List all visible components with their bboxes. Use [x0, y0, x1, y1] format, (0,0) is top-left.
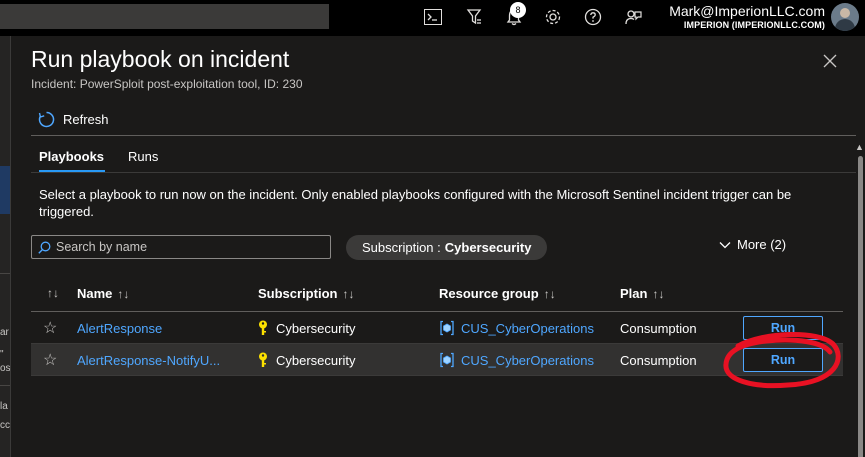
subscription-value: Cybersecurity: [276, 320, 356, 336]
directory-filter-icon[interactable]: [462, 5, 486, 29]
close-icon: [823, 54, 837, 68]
row-divider: [31, 375, 843, 376]
description-text: Select a playbook to run now on the inci…: [39, 187, 792, 219]
sort-icon[interactable]: ↑↓: [652, 287, 664, 301]
search-box[interactable]: [31, 235, 331, 259]
account-info[interactable]: Mark@ImperionLLC.com IMPERION (IMPERIONL…: [669, 3, 825, 31]
column-header-resource-group: Resource group ↑↓: [439, 286, 556, 301]
resource-group-link[interactable]: CUS_CyberOperations: [461, 321, 594, 336]
chevron-down-icon: [719, 241, 731, 248]
top-bar: 8 Mark@ImperionLLC.com IMPERION (IMPERIO…: [0, 0, 865, 36]
account-name: Mark@ImperionLLC.com: [669, 3, 825, 19]
vertical-scrollbar[interactable]: ▲: [854, 140, 865, 457]
scrollbar-thumb[interactable]: [858, 156, 863, 457]
search-input[interactable]: [56, 240, 316, 254]
scroll-up-arrow-icon[interactable]: ▲: [855, 142, 864, 152]
table-row[interactable]: ☆ AlertResponse-NotifyU... Cybersecurity…: [31, 344, 843, 376]
background-highlight: [0, 166, 10, 214]
subscription-filter-label: Subscription :: [362, 240, 441, 255]
run-button[interactable]: Run: [743, 348, 823, 372]
subscription-cell: Cybersecurity: [258, 344, 355, 376]
resource-group-icon: [440, 352, 454, 368]
sort-icon[interactable]: ↑↓: [342, 287, 354, 301]
column-header-subscription: Subscription ↑↓: [258, 286, 354, 301]
background-text: os: [0, 363, 10, 374]
column-header-label: Resource group: [439, 286, 539, 301]
global-search-bar[interactable]: [0, 4, 329, 29]
background-divider: [0, 273, 10, 274]
background-text: cc: [0, 420, 10, 431]
more-filters-button[interactable]: More (2): [719, 237, 786, 252]
sort-icon[interactable]: ↑↓: [47, 286, 59, 300]
plan-value: Consumption: [620, 320, 697, 336]
settings-gear-icon[interactable]: [541, 5, 565, 29]
column-header-label: Subscription: [258, 286, 338, 301]
sort-icon[interactable]: ↑↓: [544, 287, 556, 301]
resource-group-link[interactable]: CUS_CyberOperations: [461, 353, 594, 368]
subscription-filter-pill[interactable]: Subscription : Cybersecurity: [346, 235, 548, 260]
background-text: ar: [0, 327, 9, 338]
star-icon[interactable]: ☆: [43, 312, 57, 344]
panel-subtitle: Incident: PowerSploit post-exploitation …: [31, 77, 303, 91]
key-icon: [259, 320, 267, 335]
resource-group-icon: [440, 320, 454, 336]
background-text: ": [0, 349, 4, 360]
avatar[interactable]: [831, 3, 859, 31]
background-page: [0, 36, 10, 457]
close-button[interactable]: [820, 51, 840, 71]
run-playbook-panel: Run playbook on incident Incident: Power…: [10, 36, 865, 457]
key-icon: [259, 352, 267, 367]
column-header-label: Plan: [620, 286, 648, 301]
more-filters-label: More (2): [737, 237, 787, 252]
refresh-icon: [38, 111, 55, 127]
refresh-label: Refresh: [63, 111, 109, 127]
star-icon[interactable]: ☆: [43, 344, 57, 376]
subscription-filter-value: Cybersecurity: [444, 240, 532, 255]
table-row[interactable]: ☆ AlertResponse Cybersecurity CUS_CyberO…: [31, 312, 843, 344]
resource-group-cell[interactable]: CUS_CyberOperations: [439, 344, 594, 376]
tabs-divider: [31, 172, 856, 173]
run-button[interactable]: Run: [743, 316, 823, 340]
playbook-name-link[interactable]: AlertResponse: [77, 312, 162, 344]
feedback-icon[interactable]: [621, 5, 645, 29]
column-header-label: Name: [77, 286, 113, 301]
refresh-button[interactable]: Refresh: [38, 108, 109, 130]
resource-group-cell[interactable]: CUS_CyberOperations: [439, 312, 594, 344]
background-divider: [0, 385, 10, 386]
tab-runs[interactable]: Runs: [128, 149, 158, 164]
search-icon: [38, 241, 51, 254]
favorite-column-header: ↑↓: [47, 286, 59, 300]
subscription-cell: Cybersecurity: [258, 312, 355, 344]
tab-playbooks[interactable]: Playbooks: [39, 149, 104, 164]
playbook-name-link[interactable]: AlertResponse-NotifyU...: [77, 344, 220, 376]
help-icon[interactable]: [581, 5, 605, 29]
panel-title: Run playbook on incident: [31, 46, 290, 72]
plan-value: Consumption: [620, 352, 697, 368]
column-header-plan: Plan ↑↓: [620, 286, 664, 301]
toolbar-divider: [31, 135, 856, 136]
subscription-value: Cybersecurity: [276, 352, 356, 368]
account-org: IMPERION (IMPERIONLLC.COM): [683, 20, 825, 30]
background-text: la: [0, 401, 8, 412]
sort-icon[interactable]: ↑↓: [117, 287, 129, 301]
terminal-icon[interactable]: [421, 5, 445, 29]
notification-count-badge: 8: [510, 2, 526, 18]
column-header-name: Name ↑↓: [77, 286, 129, 301]
